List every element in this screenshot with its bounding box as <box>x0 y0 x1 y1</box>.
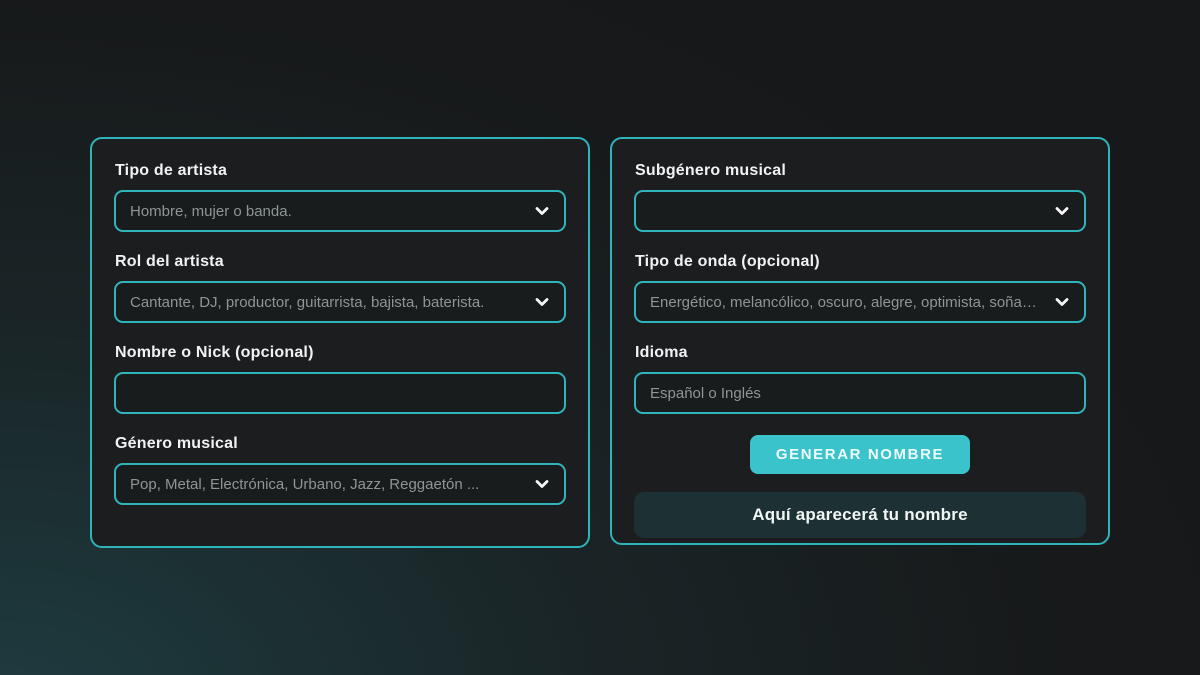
actions-row: GENERAR NOMBRE <box>634 435 1086 474</box>
chevron-down-icon <box>533 293 551 311</box>
field-genero-musical: Género musical Pop, Metal, Electrónica, … <box>114 435 566 505</box>
tipo-de-artista-label: Tipo de artista <box>115 162 566 180</box>
field-rol-del-artista: Rol del artista Cantante, DJ, productor,… <box>114 253 566 323</box>
tipo-de-onda-select[interactable]: Energético, melancólico, oscuro, alegre,… <box>634 281 1086 323</box>
tipo-de-onda-placeholder: Energético, melancólico, oscuro, alegre,… <box>650 294 1044 311</box>
chevron-down-icon <box>1053 202 1071 220</box>
idioma-input[interactable] <box>634 372 1086 414</box>
subgenero-musical-label: Subgénero musical <box>635 162 1086 180</box>
chevron-down-icon <box>533 202 551 220</box>
genero-musical-label: Género musical <box>115 435 566 453</box>
nombre-nick-label: Nombre o Nick (opcional) <box>115 344 566 362</box>
idioma-label: Idioma <box>635 344 1086 362</box>
chevron-down-icon <box>533 475 551 493</box>
genero-musical-select[interactable]: Pop, Metal, Electrónica, Urbano, Jazz, R… <box>114 463 566 505</box>
form-card-right: Subgénero musical Tipo de onda (opcional… <box>610 137 1110 545</box>
rol-del-artista-placeholder: Cantante, DJ, productor, guitarrista, ba… <box>130 294 524 311</box>
field-subgenero-musical: Subgénero musical <box>634 162 1086 232</box>
field-tipo-de-artista: Tipo de artista Hombre, mujer o banda. <box>114 162 566 232</box>
chevron-down-icon <box>1053 293 1071 311</box>
rol-del-artista-select[interactable]: Cantante, DJ, productor, guitarrista, ba… <box>114 281 566 323</box>
tipo-de-artista-placeholder: Hombre, mujer o banda. <box>130 203 524 220</box>
page-background: Tipo de artista Hombre, mujer o banda. R… <box>0 0 1200 675</box>
form-panels: Tipo de artista Hombre, mujer o banda. R… <box>90 137 1110 548</box>
field-idioma: Idioma <box>634 344 1086 414</box>
generated-name-display: Aquí aparecerá tu nombre <box>634 492 1086 538</box>
tipo-de-onda-label: Tipo de onda (opcional) <box>635 253 1086 271</box>
form-card-left: Tipo de artista Hombre, mujer o banda. R… <box>90 137 590 548</box>
tipo-de-artista-select[interactable]: Hombre, mujer o banda. <box>114 190 566 232</box>
genero-musical-placeholder: Pop, Metal, Electrónica, Urbano, Jazz, R… <box>130 476 524 493</box>
rol-del-artista-label: Rol del artista <box>115 253 566 271</box>
generate-name-button[interactable]: GENERAR NOMBRE <box>750 435 970 474</box>
field-nombre-nick: Nombre o Nick (opcional) <box>114 344 566 414</box>
nombre-nick-input[interactable] <box>114 372 566 414</box>
field-tipo-de-onda: Tipo de onda (opcional) Energético, mela… <box>634 253 1086 323</box>
subgenero-musical-select[interactable] <box>634 190 1086 232</box>
